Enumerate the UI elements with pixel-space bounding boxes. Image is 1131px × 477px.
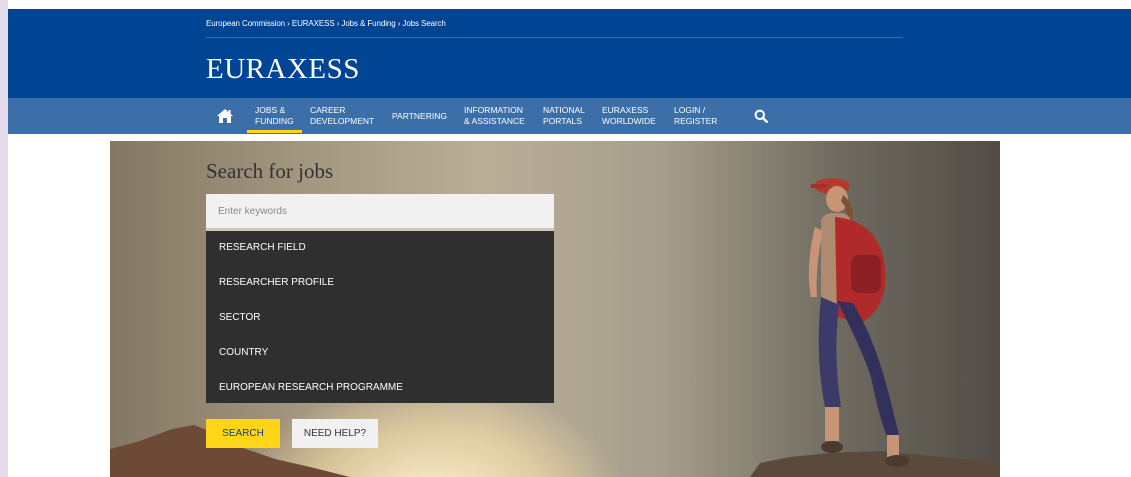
filter-european-research-programme[interactable]: EUROPEAN RESEARCH PROGRAMME xyxy=(219,382,403,393)
nav-item-label: PORTALS xyxy=(543,116,582,126)
site-title[interactable]: EURAXESS xyxy=(206,53,360,86)
nav-item-label: INFORMATION xyxy=(464,105,523,115)
need-help-button[interactable]: NEED HELP? xyxy=(292,419,378,448)
nav-item-label: EURAXESS xyxy=(602,105,649,115)
nav-item-career-development[interactable]: CAREER DEVELOPMENT xyxy=(310,105,374,127)
nav-item-euraxess-worldwide[interactable]: EURAXESS WORLDWIDE xyxy=(602,105,656,127)
filter-panel: RESEARCH FIELD RESEARCHER PROFILE SECTOR… xyxy=(206,228,554,403)
nav-item-label: CAREER xyxy=(310,105,346,115)
nav-item-label: WORLDWIDE xyxy=(602,116,656,126)
filter-research-field[interactable]: RESEARCH FIELD xyxy=(219,242,306,253)
nav-item-label: NATIONAL xyxy=(543,105,585,115)
nav-item-jobs-funding[interactable]: JOBS & FUNDING xyxy=(247,105,302,133)
nav-item-label: DEVELOPMENT xyxy=(310,116,375,126)
nav-item-login-register[interactable]: LOGIN / REGISTER xyxy=(674,105,717,127)
hero-banner: Search for jobs RESEARCH FIELD RESEARCHE… xyxy=(110,141,1000,477)
nav-item-national-portals[interactable]: NATIONAL PORTALS xyxy=(543,105,585,127)
keywords-input[interactable] xyxy=(206,194,554,228)
nav-item-partnering[interactable]: PARTNERING xyxy=(392,111,447,122)
nav-item-information-assistance[interactable]: INFORMATION & ASSISTANCE xyxy=(464,105,525,127)
nav-item-label: JOBS & xyxy=(255,105,286,115)
page-left-edge xyxy=(0,0,8,477)
nav-item-label: REGISTER xyxy=(674,116,718,126)
nav-item-label: & ASSISTANCE xyxy=(464,116,525,126)
main-nav: JOBS & FUNDING CAREER DEVELOPMENT PARTNE… xyxy=(8,98,1131,134)
breadcrumb-divider xyxy=(206,37,903,38)
site-header: European Commission › EURAXESS › Jobs & … xyxy=(8,9,1131,98)
home-icon[interactable] xyxy=(216,108,234,124)
filter-country[interactable]: COUNTRY xyxy=(219,347,268,358)
search-button[interactable]: SEARCH xyxy=(206,419,280,448)
hiker-illustration xyxy=(808,178,909,467)
breadcrumb[interactable]: European Commission › EURAXESS › Jobs & … xyxy=(206,19,446,28)
search-icon[interactable] xyxy=(754,109,768,123)
filter-researcher-profile[interactable]: RESEARCHER PROFILE xyxy=(219,277,334,288)
nav-item-label: LOGIN / xyxy=(674,105,706,115)
nav-item-label: PARTNERING xyxy=(392,111,447,121)
nav-item-label: FUNDING xyxy=(255,116,294,126)
filter-sector[interactable]: SECTOR xyxy=(219,312,261,323)
page-title: Search for jobs xyxy=(206,159,334,183)
